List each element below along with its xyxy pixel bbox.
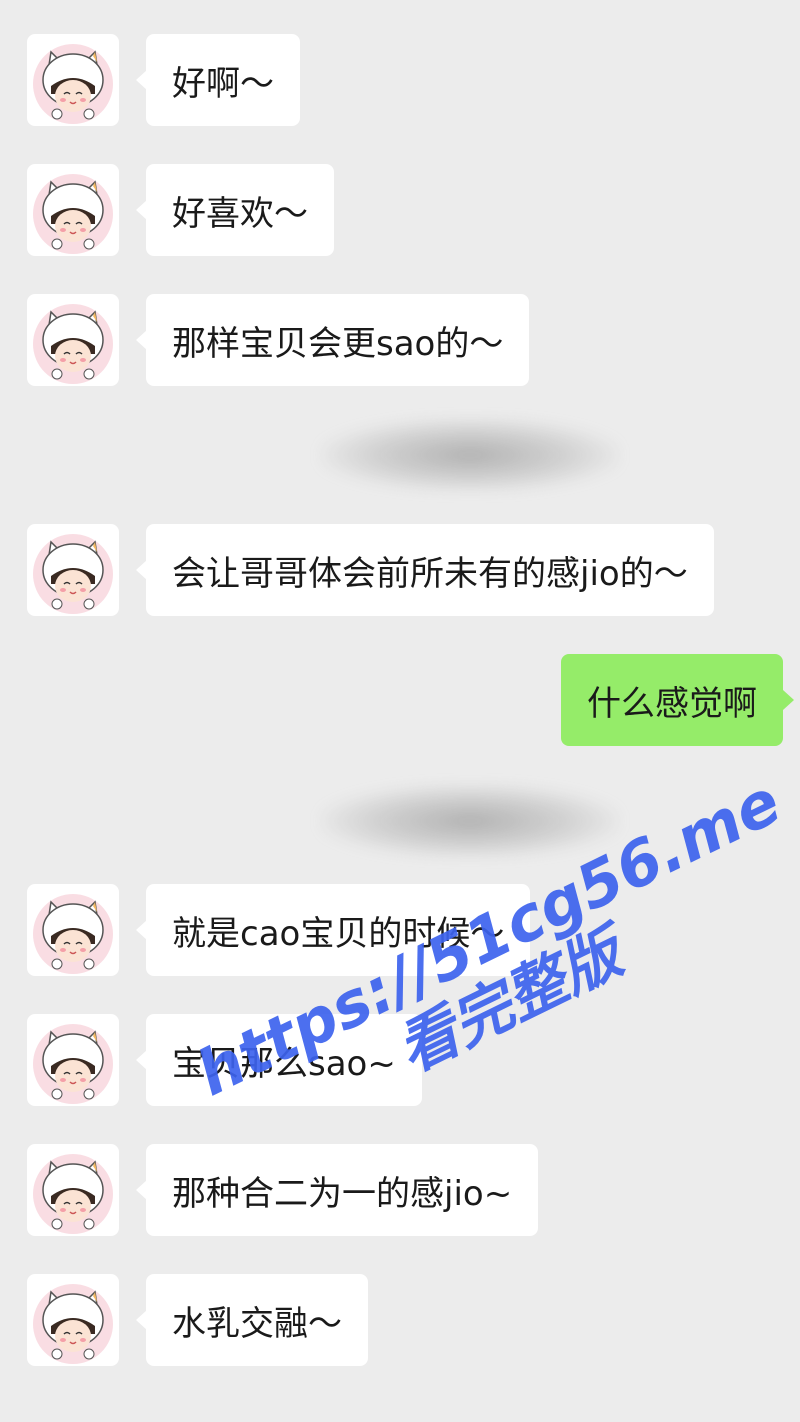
message-text: 会让哥哥体会前所未有的感jio的～ — [172, 553, 688, 594]
message-text: 那样宝贝会更sao的～ — [172, 323, 504, 364]
message-row: 会让哥哥体会前所未有的感jio的～ — [0, 524, 800, 616]
message-bubble[interactable]: 那样宝贝会更sao的～ — [135, 294, 530, 386]
message-row: 好喜欢～ — [0, 164, 800, 256]
cat-hat-girl-avatar-icon — [33, 894, 113, 974]
avatar[interactable] — [27, 34, 119, 126]
message-bubble[interactable]: 会让哥哥体会前所未有的感jio的～ — [136, 524, 714, 616]
message-text: 好喜欢～ — [172, 193, 308, 234]
avatar[interactable] — [27, 164, 119, 256]
message-bubble[interactable]: 好喜欢～ — [136, 164, 334, 256]
avatar[interactable] — [27, 1144, 119, 1236]
avatar[interactable] — [27, 1014, 119, 1106]
avatar[interactable] — [27, 884, 119, 976]
cat-hat-girl-avatar-icon — [33, 1154, 113, 1234]
cat-hat-girl-avatar-icon — [33, 44, 113, 124]
message-row: 那样宝贝会更sao的～ — [0, 294, 800, 386]
cat-hat-girl-avatar-icon — [33, 174, 113, 254]
message-bubble[interactable]: 水乳交融～ — [136, 1274, 368, 1366]
message-row-outgoing: 什么感觉啊 — [0, 654, 800, 746]
message-bubble[interactable]: 好啊～ — [136, 34, 300, 126]
message-text: 什么感觉啊 — [587, 683, 757, 724]
cat-hat-girl-avatar-icon — [33, 1024, 113, 1104]
cat-hat-girl-avatar-icon — [33, 1284, 113, 1364]
redacted-blur — [320, 418, 620, 492]
message-text: 那种合二为一的感jio~ — [172, 1173, 513, 1214]
message-row: 水乳交融～ — [0, 1274, 800, 1366]
message-row: 好啊～ — [0, 34, 800, 126]
avatar[interactable] — [27, 524, 119, 616]
cat-hat-girl-avatar-icon — [33, 534, 113, 614]
message-row: 那种合二为一的感jio~ — [0, 1144, 800, 1236]
message-bubble[interactable]: 那种合二为一的感jio~ — [135, 1144, 539, 1236]
message-text: 好啊～ — [172, 63, 274, 104]
redacted-blur — [320, 784, 620, 858]
message-text: 水乳交融～ — [172, 1303, 342, 1344]
cat-hat-girl-avatar-icon — [33, 304, 113, 384]
avatar[interactable] — [27, 1274, 119, 1366]
avatar[interactable] — [27, 294, 119, 386]
message-bubble-outgoing[interactable]: 什么感觉啊 — [561, 654, 794, 746]
